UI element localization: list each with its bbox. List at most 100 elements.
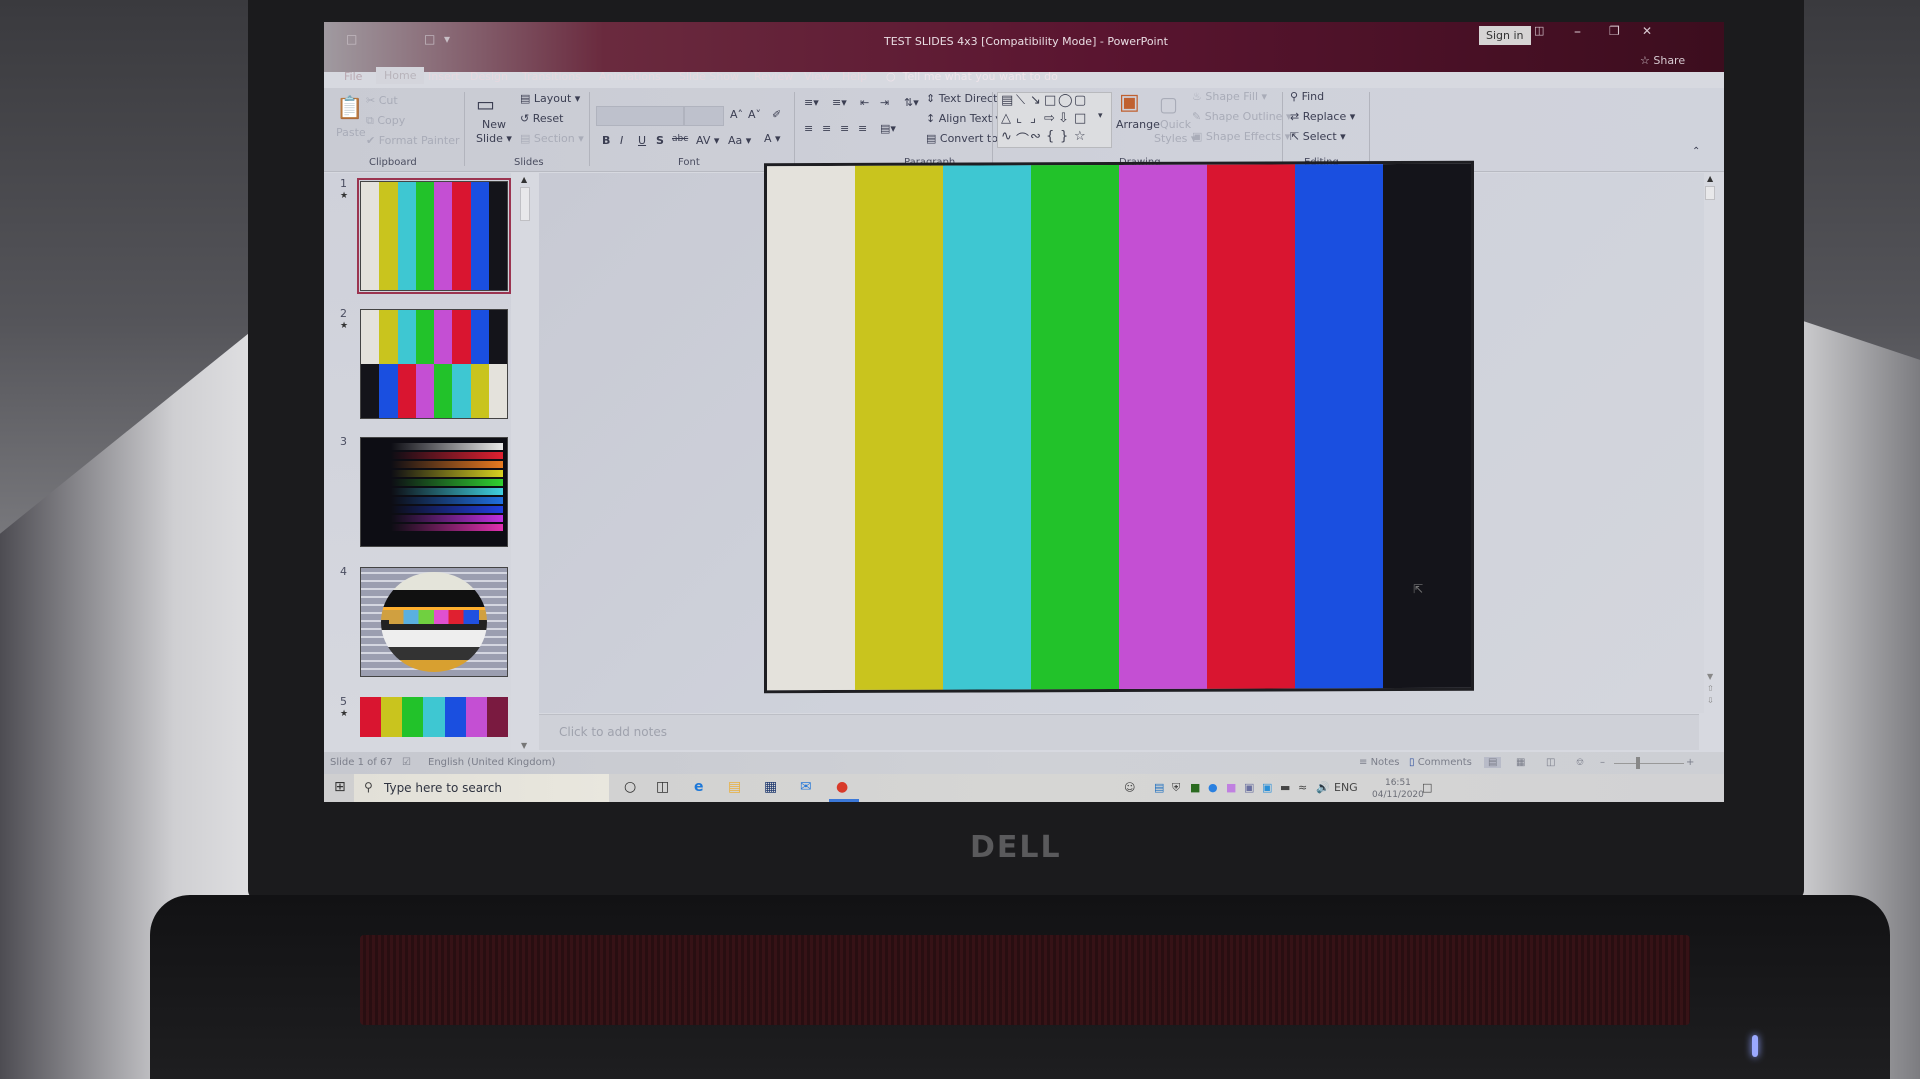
decrease-font-size-button[interactable]: A˅ xyxy=(748,108,761,121)
scroll-up-icon[interactable]: ▲ xyxy=(521,175,527,184)
elbow-connector-icon[interactable]: ⌞ xyxy=(1016,111,1022,126)
microsoft-store-icon[interactable]: ▦ xyxy=(764,779,777,795)
wifi-icon[interactable]: ≈ xyxy=(1298,781,1307,794)
previous-slide-icon[interactable]: ⇧ xyxy=(1707,684,1714,693)
collapse-ribbon-icon[interactable]: ⌃ xyxy=(1692,146,1700,157)
close-button[interactable]: ✕ xyxy=(1642,24,1652,38)
quick-styles-button[interactable]: Quick xyxy=(1160,118,1191,131)
notes-placeholder[interactable]: Click to add notes xyxy=(559,725,667,739)
notes-toggle[interactable]: ≡ Notes xyxy=(1359,757,1399,768)
save-icon[interactable]: □ xyxy=(346,32,357,46)
scrollbar-thumb[interactable] xyxy=(1705,186,1715,200)
shape-fill-button[interactable]: ♨ Shape Fill ▾ xyxy=(1192,90,1267,103)
slide-thumbnail-3[interactable] xyxy=(360,437,508,547)
select-button[interactable]: ⇱ Select ▾ xyxy=(1290,130,1346,143)
current-slide-color-bars[interactable] xyxy=(764,160,1474,694)
star-shape-icon[interactable]: ☆ xyxy=(1074,129,1086,144)
triangle-shape-icon[interactable]: △ xyxy=(1001,111,1011,126)
spell-check-icon[interactable]: ☑ xyxy=(402,757,411,768)
replace-button[interactable]: ⇄ Replace ▾ xyxy=(1290,110,1355,123)
teamviewer-tray-icon[interactable]: ▤ xyxy=(1154,781,1164,794)
new-slide-icon[interactable]: ▭ xyxy=(476,92,495,116)
decrease-indent-icon[interactable]: ⇤ xyxy=(860,96,869,109)
font-name-combobox[interactable] xyxy=(596,106,684,126)
action-center-icon[interactable]: □ xyxy=(1422,781,1432,794)
shapes-gallery[interactable]: ▤ ⟍ ↘ □ ◯ ▢ △ ⌞ ⌟ ⇨ ⇩ □ ∿ ⌒ ∾ { } ☆ ▾ xyxy=(997,92,1112,148)
next-slide-icon[interactable]: ⇩ xyxy=(1707,696,1714,705)
slide-show-view-button[interactable]: ⎊ xyxy=(1576,757,1584,768)
format-painter-button[interactable]: ✔ Format Painter xyxy=(366,134,460,147)
file-explorer-icon[interactable]: ▤ xyxy=(728,779,741,795)
tab-view[interactable]: View xyxy=(804,70,830,83)
elbow-arrow-icon[interactable]: ⌟ xyxy=(1030,111,1036,126)
people-icon[interactable]: ☺ xyxy=(1124,781,1135,794)
left-brace-icon[interactable]: { xyxy=(1046,129,1054,144)
search-placeholder[interactable]: Type here to search xyxy=(384,781,502,795)
text-shadow-button[interactable]: S xyxy=(656,134,664,147)
new-slide-dropdown[interactable]: Slide ▾ xyxy=(476,132,512,145)
increase-font-size-button[interactable]: A˄ xyxy=(730,108,743,121)
change-case-button[interactable]: Aa ▾ xyxy=(728,134,751,147)
italic-button[interactable]: I xyxy=(620,134,623,147)
copy-button[interactable]: ⧉ Copy xyxy=(366,114,405,128)
justify-icon[interactable]: ≡ xyxy=(858,122,867,135)
align-right-icon[interactable]: ≡ xyxy=(840,122,849,135)
rectangle-shape-icon[interactable]: □ xyxy=(1044,93,1056,108)
sign-in-button[interactable]: Sign in xyxy=(1479,26,1531,45)
tab-animations[interactable]: Animations xyxy=(599,70,661,83)
align-left-icon[interactable]: ≡ xyxy=(804,122,813,135)
scroll-down-icon[interactable]: ▼ xyxy=(1707,672,1713,681)
tab-file[interactable]: File xyxy=(344,70,362,83)
mail-icon[interactable]: ✉ xyxy=(800,779,812,795)
line-spacing-icon[interactable]: ⇅▾ xyxy=(904,96,919,109)
increase-indent-icon[interactable]: ⇥ xyxy=(880,96,889,109)
tab-home[interactable]: Home xyxy=(376,67,425,84)
scrollbar-thumb[interactable] xyxy=(520,187,530,221)
slide-thumbnail-4[interactable] xyxy=(360,567,508,677)
tab-insert[interactable]: Insert xyxy=(428,70,460,83)
quick-styles-icon[interactable]: ▢ xyxy=(1159,92,1178,116)
tab-design[interactable]: Design xyxy=(470,70,508,83)
powerpoint-taskbar-icon[interactable]: ● xyxy=(836,779,848,795)
shape-outline-button[interactable]: ✎ Shape Outline ▾ xyxy=(1192,110,1291,123)
bullets-icon[interactable]: ≡▾ xyxy=(804,96,819,109)
language-indicator[interactable]: English (United Kingdom) xyxy=(428,757,555,768)
zoom-in-button[interactable]: + xyxy=(1686,757,1694,768)
normal-view-button[interactable]: ▤ xyxy=(1484,757,1502,768)
bold-button[interactable]: B xyxy=(602,134,610,147)
find-button[interactable]: ⚲ Find xyxy=(1290,90,1324,103)
align-text-button[interactable]: ↕ Align Text ▾ xyxy=(926,112,1001,125)
text-box-shape-icon[interactable]: ▤ xyxy=(1001,93,1013,108)
arrange-icon[interactable]: ▣ xyxy=(1119,90,1140,115)
start-from-beginning-icon[interactable]: □ xyxy=(424,32,435,46)
battery-tray-icon[interactable]: ▬ xyxy=(1280,781,1290,794)
tell-me-search[interactable]: ○ Tell me what you want to do xyxy=(886,70,1058,83)
restore-button[interactable]: ❐ xyxy=(1609,24,1620,38)
taskbar-search-box[interactable]: ⚲ Type here to search xyxy=(354,774,609,802)
section-button[interactable]: ▤ Section ▾ xyxy=(520,132,584,145)
slide-sorter-view-button[interactable]: ▦ xyxy=(1516,757,1525,768)
tab-transitions[interactable]: Transitions xyxy=(522,70,581,83)
paste-icon[interactable]: 📋 xyxy=(336,96,363,121)
tab-review[interactable]: Review xyxy=(754,70,793,83)
font-size-combobox[interactable] xyxy=(684,106,724,126)
arrange-button[interactable]: Arrange xyxy=(1116,118,1160,131)
down-arrow-shape-icon[interactable]: ⇩ xyxy=(1058,111,1069,126)
customize-qat-icon[interactable]: ▾ xyxy=(444,32,450,46)
oval-shape-icon[interactable]: ◯ xyxy=(1058,93,1073,108)
windows-start-icon[interactable]: ⊞ xyxy=(334,779,346,795)
cortana-icon[interactable]: ○ xyxy=(624,779,636,795)
color-app-tray-icon[interactable]: ■ xyxy=(1226,781,1236,794)
scroll-down-icon[interactable]: ▼ xyxy=(521,741,527,750)
line-shape-icon[interactable]: ⟍ xyxy=(1016,93,1025,108)
reading-view-button[interactable]: ◫ xyxy=(1546,757,1555,768)
shape-effects-button[interactable]: ▣ Shape Effects ▾ xyxy=(1192,130,1290,143)
word-tray-icon[interactable]: ▣ xyxy=(1262,781,1272,794)
scroll-up-icon[interactable]: ▲ xyxy=(1707,174,1713,183)
new-slide-button[interactable]: New xyxy=(482,118,506,131)
align-center-icon[interactable]: ≡ xyxy=(822,122,831,135)
ribbon-display-options-icon[interactable]: ◫ xyxy=(1534,24,1544,37)
flowchart-shape-icon[interactable]: □ xyxy=(1074,111,1086,126)
slide-thumbnail-1[interactable] xyxy=(357,178,511,294)
nvidia-tray-icon[interactable]: ■ xyxy=(1190,781,1200,794)
